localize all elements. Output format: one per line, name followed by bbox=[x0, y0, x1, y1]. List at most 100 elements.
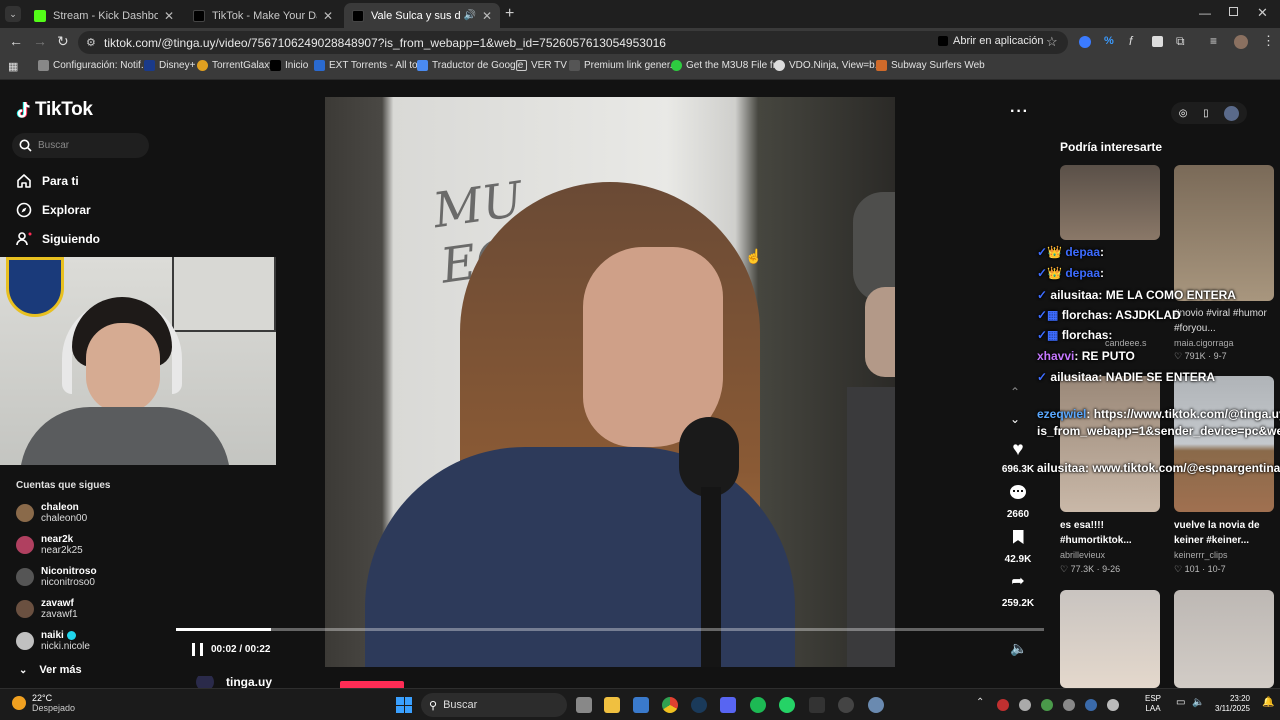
nav-para-ti[interactable]: Para ti bbox=[16, 173, 79, 189]
bookmark-star-icon[interactable]: ☆ bbox=[1046, 34, 1058, 50]
recommended-thumbnail[interactable] bbox=[1174, 165, 1274, 301]
speaker-icon[interactable]: 🔊 bbox=[463, 10, 475, 21]
settings-gear-icon[interactable] bbox=[868, 697, 884, 713]
pause-icon[interactable] bbox=[192, 643, 203, 656]
followed-account[interactable]: Niconitroso niconitroso0 bbox=[16, 562, 97, 592]
address-bar[interactable]: ⚙ tiktok.com/@tinga.uy/video/75671062490… bbox=[78, 31, 1068, 54]
task-view-icon[interactable] bbox=[576, 697, 592, 713]
link-icon bbox=[569, 60, 580, 71]
see-more-button[interactable]: ⌄ Ver más bbox=[19, 664, 82, 676]
notification-bell-icon[interactable]: 🔔 bbox=[1262, 697, 1274, 708]
phone-icon[interactable]: ▯ bbox=[1203, 108, 1209, 119]
bookmark-item[interactable]: TorrentGalaxy bbox=[197, 60, 274, 71]
tray-icon[interactable] bbox=[1041, 699, 1053, 711]
recommended-thumbnail[interactable] bbox=[1060, 165, 1160, 240]
close-tab-icon[interactable]: ✕ bbox=[323, 9, 333, 23]
tab-list-button[interactable]: ⌄ bbox=[5, 6, 21, 22]
language-indicator[interactable]: ESP LAA bbox=[1145, 694, 1161, 714]
open-in-app-button[interactable]: Abrir en aplicación bbox=[938, 35, 1044, 47]
tray-icon[interactable] bbox=[1085, 699, 1097, 711]
bookmark-item[interactable]: Subway Surfers Web bbox=[876, 60, 985, 71]
share-button[interactable]: ➦ 259.2K bbox=[1001, 574, 1035, 610]
profile-avatar[interactable] bbox=[1224, 105, 1240, 121]
likes: 77.3K bbox=[1070, 564, 1095, 574]
recommended-thumbnail[interactable] bbox=[1060, 376, 1160, 512]
followed-account[interactable]: chaleon chaleon00 bbox=[16, 498, 87, 528]
clock[interactable]: 23:20 3/11/2025 bbox=[1210, 694, 1250, 714]
photos-app-icon[interactable] bbox=[633, 697, 649, 713]
tray-icon[interactable] bbox=[1019, 699, 1031, 711]
followed-account[interactable]: near2k near2k25 bbox=[16, 530, 83, 560]
tray-icon[interactable] bbox=[997, 699, 1009, 711]
chrome-icon[interactable] bbox=[662, 697, 678, 713]
network-icon[interactable]: ▭ bbox=[1176, 697, 1185, 708]
extension-icon[interactable]: f bbox=[1129, 34, 1132, 48]
coins-icon[interactable]: ◎ bbox=[1179, 108, 1188, 119]
recommended-thumbnail[interactable] bbox=[1174, 590, 1274, 688]
like-button[interactable]: ♥ 696.3K bbox=[1001, 440, 1035, 476]
bookmark-item[interactable]: Inicio bbox=[270, 60, 308, 71]
extension-icon[interactable] bbox=[1079, 36, 1091, 48]
follow-button[interactable] bbox=[340, 681, 404, 688]
extension-icon[interactable]: % bbox=[1104, 35, 1114, 47]
bookmark-item[interactable]: EXT Torrents - All to... bbox=[314, 60, 426, 71]
profile-avatar[interactable] bbox=[1234, 35, 1248, 49]
new-tab-button[interactable]: + bbox=[505, 5, 514, 23]
volume-tray-icon[interactable]: 🔈 bbox=[1192, 697, 1204, 708]
nav-explorar[interactable]: Explorar bbox=[16, 202, 91, 218]
discord-icon[interactable] bbox=[720, 697, 736, 713]
minimize-button[interactable]: — bbox=[1199, 6, 1211, 20]
video-author-row[interactable]: tinga.uy bbox=[196, 676, 272, 688]
followed-account[interactable]: zavawf zavawf1 bbox=[16, 594, 78, 624]
whatsapp-icon[interactable] bbox=[779, 697, 795, 713]
save-button[interactable]: 42.9K bbox=[1001, 530, 1035, 565]
file-explorer-icon[interactable] bbox=[604, 697, 620, 713]
comment-button[interactable]: 2660 bbox=[1001, 485, 1035, 520]
bookmark-item[interactable]: Premium link gener... bbox=[569, 60, 678, 71]
bookmark-item[interactable]: Get the M3U8 File fr... bbox=[671, 60, 784, 71]
back-button[interactable]: ← bbox=[9, 33, 23, 49]
tray-icon[interactable] bbox=[1107, 699, 1119, 711]
tiktok-logo[interactable]: TikTok bbox=[16, 99, 93, 121]
previous-video-button[interactable]: ⌃ bbox=[1010, 385, 1020, 399]
video-player[interactable]: MUEC bbox=[325, 97, 895, 667]
volume-icon[interactable]: 🔈 bbox=[1010, 640, 1027, 657]
apps-grid-icon[interactable]: ▦ bbox=[8, 60, 18, 73]
epic-games-icon[interactable] bbox=[809, 697, 825, 713]
followed-account[interactable]: naiki nicki.nicole bbox=[16, 626, 90, 656]
recommended-thumbnail[interactable] bbox=[1174, 376, 1274, 512]
recommended-thumbnail[interactable] bbox=[1060, 590, 1160, 688]
bookmark-item[interactable]: VER TV bbox=[516, 60, 567, 71]
tray-chevron-icon[interactable]: ⌃ bbox=[976, 697, 984, 708]
extension-icon[interactable] bbox=[1152, 36, 1163, 47]
bookmark-item[interactable]: Configuración: Notif... bbox=[38, 60, 149, 71]
bookmark-item[interactable]: Disney+ bbox=[144, 60, 195, 71]
next-video-button[interactable]: ⌄ bbox=[1010, 412, 1020, 426]
obs-icon[interactable] bbox=[838, 697, 854, 713]
taskbar-search[interactable]: ⚲ Buscar bbox=[421, 693, 567, 717]
browser-menu-icon[interactable]: ⋮ bbox=[1262, 33, 1275, 49]
close-window-button[interactable]: ✕ bbox=[1257, 5, 1268, 21]
bookmark-item[interactable]: Traductor de Google bbox=[417, 60, 523, 71]
tray-icon[interactable] bbox=[1063, 699, 1075, 711]
bookmark-item[interactable]: VDO.Ninja, View=b... bbox=[774, 60, 883, 71]
close-tab-icon[interactable]: ✕ bbox=[164, 9, 174, 23]
reload-button[interactable]: ↻ bbox=[57, 33, 69, 50]
extensions-puzzle-icon[interactable]: ⧉ bbox=[1176, 34, 1185, 49]
start-button[interactable] bbox=[396, 697, 412, 713]
maximize-button[interactable] bbox=[1229, 7, 1238, 16]
weather-widget[interactable]: 22°C Despejado bbox=[12, 693, 75, 713]
forward-button[interactable]: → bbox=[33, 33, 47, 49]
spotify-icon[interactable] bbox=[750, 697, 766, 713]
reading-list-icon[interactable]: ≡ bbox=[1210, 34, 1217, 48]
tab-kick-dashboard[interactable]: Stream - Kick Dashboard ✕ bbox=[26, 3, 182, 28]
close-tab-icon[interactable]: ✕ bbox=[482, 9, 492, 23]
more-options-icon[interactable]: ··· bbox=[1010, 103, 1029, 121]
site-info-icon[interactable]: ⚙ bbox=[86, 36, 96, 49]
nav-siguiendo[interactable]: Siguiendo bbox=[16, 231, 100, 247]
tab-current-video[interactable]: Vale Sulca y sus deseos en 🔊 ✕ bbox=[344, 3, 500, 28]
tab-tiktok-home[interactable]: TikTok - Make Your Day ✕ bbox=[185, 3, 341, 28]
steam-icon[interactable] bbox=[691, 697, 707, 713]
search-input[interactable]: Buscar bbox=[12, 133, 149, 158]
progress-track[interactable] bbox=[176, 628, 1044, 631]
